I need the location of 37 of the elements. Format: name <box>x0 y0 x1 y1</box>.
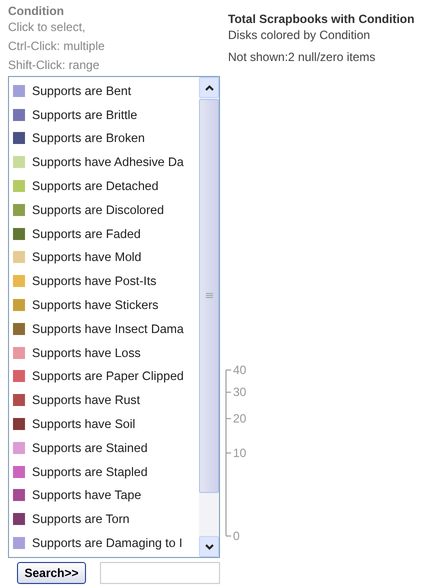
condition-item[interactable]: Supports are Paper Clipped <box>9 364 199 388</box>
filter-hint: Shift-Click: range <box>8 57 100 74</box>
condition-item[interactable]: Supports are Discolored <box>9 198 199 222</box>
condition-item[interactable]: Supports have Mold <box>9 246 199 270</box>
condition-item[interactable]: Supports are Brittle <box>9 102 199 127</box>
chart-note: Not shown:2 null/zero items <box>228 50 376 64</box>
condition-item[interactable]: Supports have Insect Dama <box>9 316 199 341</box>
chart-subtitle: Disks colored by Condition <box>228 27 370 44</box>
search-button[interactable]: Search>> <box>17 562 86 584</box>
condition-item[interactable]: Supports are Damaging to I <box>9 531 199 555</box>
condition-item[interactable]: Supports are Detached <box>9 174 199 198</box>
condition-item[interactable]: Supports are Torn <box>9 507 199 532</box>
condition-item[interactable]: Supports are Bent <box>9 79 199 103</box>
condition-item[interactable]: Supports have Rust <box>9 388 199 412</box>
filter-hint: Ctrl-Click: multiple <box>8 38 105 55</box>
condition-item[interactable]: Supports are Broken <box>9 126 199 150</box>
condition-item[interactable]: Supports have Adhesive Da <box>9 150 199 174</box>
condition-item[interactable]: Supports have Post-Its <box>9 269 199 294</box>
scrollbar-thumb[interactable] <box>199 99 219 493</box>
condition-item[interactable]: Supports have Tape <box>9 484 199 508</box>
size-scale-axis: 40 30 20 10 0 <box>222 364 282 544</box>
condition-item[interactable]: Supports are Stapled <box>9 460 199 484</box>
scroll-down-button[interactable] <box>199 536 219 557</box>
filter-heading: Condition <box>8 4 64 18</box>
chart-title: Total Scrapbooks with Condition <box>228 12 414 26</box>
condition-item[interactable]: Supports are Stained <box>9 436 199 460</box>
condition-item[interactable]: Supports are Faded <box>9 222 199 246</box>
condition-item[interactable]: Supports have Soil <box>9 412 199 436</box>
grip-icon <box>206 293 212 299</box>
condition-item[interactable]: Supports have Loss <box>9 340 199 365</box>
condition-list[interactable] <box>8 76 220 558</box>
condition-item[interactable]: Supports have Stickers <box>9 293 199 317</box>
scroll-up-button[interactable] <box>199 77 219 98</box>
caret-up-icon <box>204 84 214 90</box>
filter-hint: Click to select, <box>8 19 86 36</box>
input-field[interactable] <box>100 562 220 584</box>
caret-down-icon <box>204 544 214 550</box>
